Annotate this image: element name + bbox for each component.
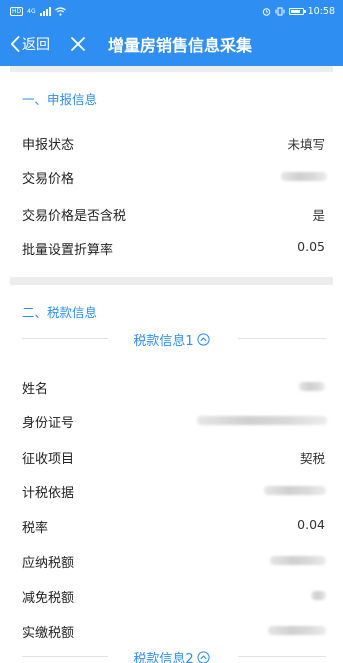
section-title-tax: 二、税款信息 bbox=[22, 305, 98, 320]
status-left: HD 4G bbox=[10, 6, 66, 16]
row-tax-payable[interactable]: 应纳税额 bbox=[0, 550, 343, 571]
redacted-value bbox=[268, 626, 326, 635]
row-label: 身份证号 bbox=[22, 416, 75, 431]
vibrate-icon bbox=[275, 7, 285, 15]
row-label: 实缴税额 bbox=[22, 626, 75, 641]
row-label: 交易价格是否含税 bbox=[22, 209, 127, 224]
row-label: 交易价格 bbox=[22, 172, 75, 187]
tax-info-2-header[interactable]: 税款信息2 bbox=[0, 647, 343, 663]
row-batch-discount-rate[interactable]: 批量设置折算率 0.05 bbox=[0, 237, 343, 258]
nav-bar: 返回 增量房销售信息采集 bbox=[0, 22, 343, 66]
status-time: 10:58 bbox=[307, 5, 335, 17]
status-bar: HD 4G 10:58 bbox=[0, 0, 343, 22]
row-tax-reduction[interactable]: 减免税额 bbox=[0, 585, 343, 606]
section-title-declaration: 一、申报信息 bbox=[22, 92, 98, 107]
row-levy-item[interactable]: 征收项目 契税 bbox=[0, 446, 343, 467]
hd-badge: HD bbox=[10, 6, 24, 16]
row-label: 姓名 bbox=[22, 382, 49, 397]
redacted-value bbox=[299, 382, 325, 391]
divider-line bbox=[238, 656, 326, 657]
row-label: 减免税额 bbox=[22, 591, 75, 606]
status-right: 10:58 bbox=[262, 6, 335, 17]
row-value: 未填写 bbox=[287, 137, 325, 152]
tax-info-1-toggle[interactable]: 税款信息1 bbox=[129, 329, 214, 349]
redacted-value bbox=[311, 591, 326, 600]
battery-icon bbox=[288, 7, 306, 15]
row-label: 批量设置折算率 bbox=[22, 243, 114, 258]
row-label: 征收项目 bbox=[22, 452, 75, 467]
tax-info-1-label: 税款信息1 bbox=[133, 333, 194, 349]
divider-line bbox=[22, 656, 108, 657]
close-icon[interactable] bbox=[68, 34, 88, 54]
row-label: 申报状态 bbox=[22, 138, 75, 153]
back-label: 返回 bbox=[22, 37, 50, 53]
row-label: 应纳税额 bbox=[22, 556, 75, 571]
redacted-value bbox=[281, 172, 327, 181]
tax-info-1-header[interactable]: 税款信息1 bbox=[0, 329, 343, 349]
row-value: 契税 bbox=[299, 451, 325, 466]
wifi-icon bbox=[54, 6, 66, 16]
row-label: 税率 bbox=[22, 521, 49, 536]
redacted-value bbox=[197, 416, 327, 425]
redacted-value bbox=[264, 486, 326, 495]
row-value: 0.05 bbox=[297, 239, 325, 254]
row-name[interactable]: 姓名 bbox=[0, 376, 343, 397]
row-label: 计税依据 bbox=[22, 486, 75, 501]
chevron-up-circle-icon bbox=[197, 332, 210, 346]
divider-line bbox=[22, 338, 108, 339]
network-type: 4G bbox=[27, 7, 36, 15]
row-price-includes-tax[interactable]: 交易价格是否含税 是 bbox=[0, 203, 343, 224]
tax-info-2-toggle[interactable]: 税款信息2 bbox=[129, 647, 214, 663]
row-tax-rate[interactable]: 税率 0.04 bbox=[0, 515, 343, 536]
row-value: 0.04 bbox=[297, 517, 325, 532]
chevron-left-icon bbox=[10, 36, 20, 52]
row-tax-paid[interactable]: 实缴税额 bbox=[0, 620, 343, 641]
page-title: 增量房销售信息采集 bbox=[108, 36, 253, 55]
row-transaction-price[interactable]: 交易价格 bbox=[0, 166, 343, 187]
divider-band bbox=[10, 66, 333, 72]
row-value: 是 bbox=[312, 208, 325, 223]
signal-icon bbox=[39, 6, 51, 16]
redacted-value bbox=[270, 556, 326, 565]
row-declaration-status[interactable]: 申报状态 未填写 bbox=[0, 132, 343, 153]
tax-info-2-label: 税款信息2 bbox=[133, 651, 194, 663]
alarm-icon bbox=[262, 7, 270, 16]
row-id-number[interactable]: 身份证号 bbox=[0, 410, 343, 431]
divider-line bbox=[238, 338, 326, 339]
back-button[interactable]: 返回 bbox=[10, 22, 50, 66]
row-tax-basis[interactable]: 计税依据 bbox=[0, 480, 343, 501]
chevron-up-circle-icon bbox=[197, 650, 210, 663]
divider-band bbox=[10, 277, 333, 285]
